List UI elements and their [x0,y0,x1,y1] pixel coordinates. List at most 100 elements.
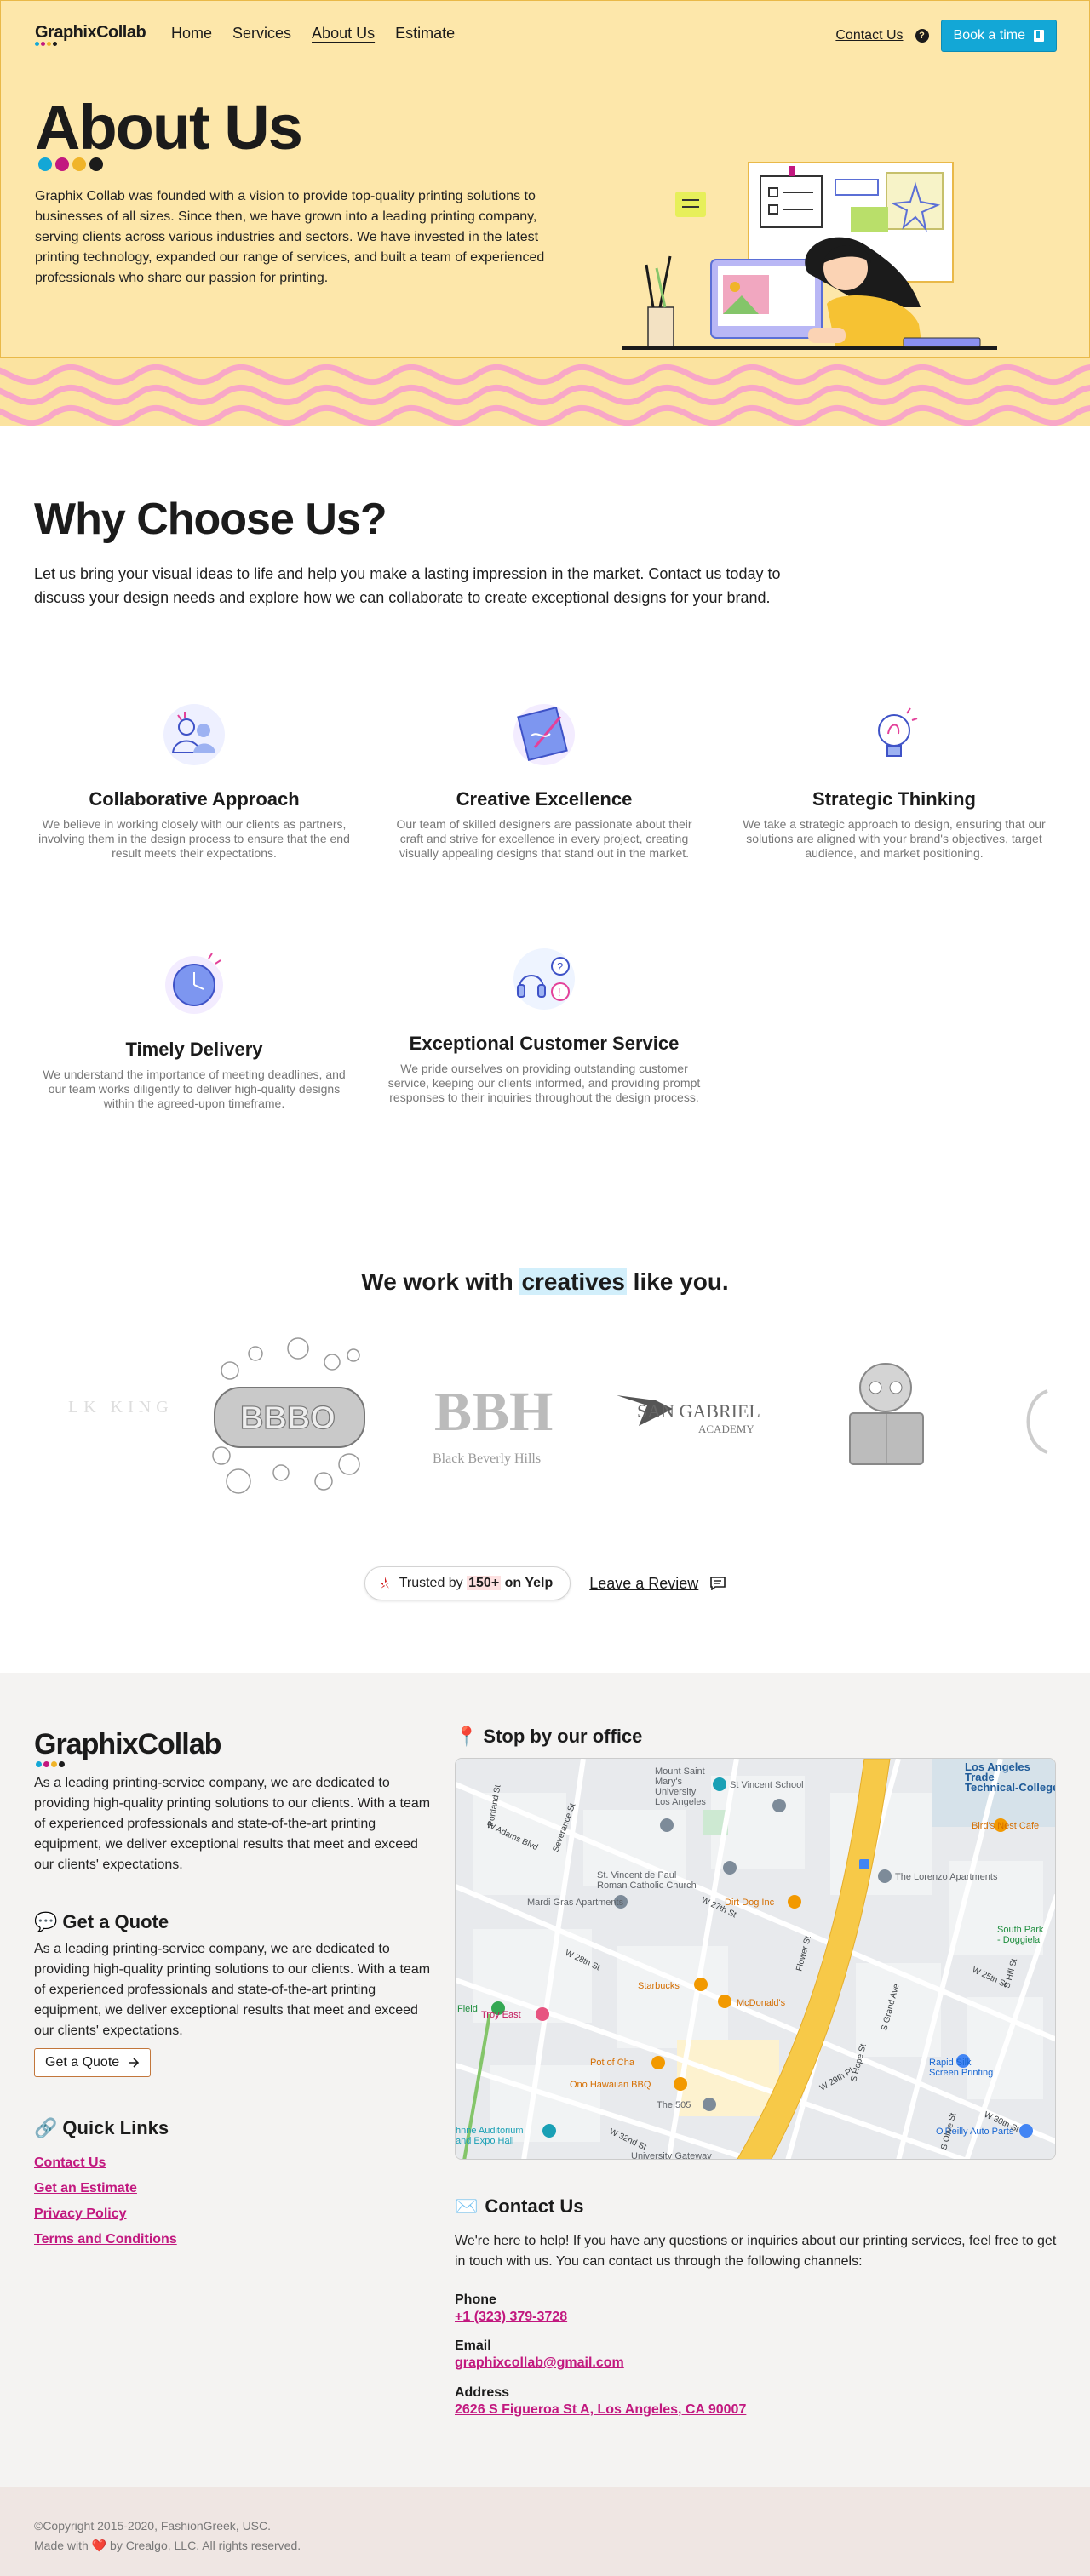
contact-us-heading: ✉️ Contact Us [455,2195,584,2217]
map-label-ono: Ono Hawaiian BBQ [570,2080,651,2090]
quick-links: Contact Us Get an Estimate Privacy Polic… [34,2155,177,2258]
client-logo-lk-king: LK KING [68,1398,174,1417]
site-logo[interactable]: GraphixCollab [35,23,146,43]
client-logo-bbh: BBH Black Beverly Hills [433,1381,553,1466]
map-label-the-505: The 505 [657,2100,691,2110]
people-icon [164,704,225,765]
map-label-st-vincent-school: St Vincent School [730,1780,804,1790]
client-logo-san-gabriel: SAN GABRIEL ACADEMY [617,1395,760,1435]
chat-icon [710,1577,726,1590]
quick-link-estimate[interactable]: Get an Estimate [34,2181,177,2196]
footer-about: As a leading printing-service company, w… [34,1776,431,1872]
client-logo-academy-text: ACADEMY [698,1423,754,1435]
phone-link[interactable]: +1 (323) 379-3728 [455,2310,567,2325]
footer-logo-dots [36,1761,65,1767]
yelp-text: Trusted by 150+ on Yelp [399,1576,554,1590]
map-label-field: Field [457,2004,478,2014]
quick-link-terms[interactable]: Terms and Conditions [34,2232,177,2247]
map-heading: 📍 Stop by our office [455,1726,643,1747]
map-label-south-park: South Park - Doggiela [997,1925,1044,1945]
nav-links: Home Services About Us Estimate [171,25,455,43]
map-label-mardi-gras: Mardi Gras Apartments [527,1898,624,1908]
paper-pen-icon [513,704,575,765]
map-label-birds-nest: Bird's Nest Cafe [972,1821,1039,1831]
quick-link-contact-us[interactable]: Contact Us [34,2155,177,2171]
why-choose-us-text: Let us bring your visual ideas to life a… [34,565,781,606]
made-with-line: Made with ❤️ by Crealgo, LLC. All rights… [34,2539,301,2552]
feature-text: Our team of skilled designers are passio… [396,817,692,860]
speech-icon: 💬 [34,1911,58,1932]
get-a-quote-button[interactable]: Get a Quote [34,2048,152,2077]
quick-link-privacy[interactable]: Privacy Policy [34,2207,177,2222]
book-a-time-button[interactable]: Book a time [940,20,1057,52]
map-label-dirt-dog: Dirt Dog Inc [725,1898,775,1908]
nav-home[interactable]: Home [171,25,212,43]
client-logo-bubbles-text: BBBO [240,1400,336,1436]
svg-text:!: ! [558,986,561,999]
wave-pattern [0,358,1090,426]
quote-text: As a leading printing-service company, w… [34,1942,431,2038]
arrow-right-icon [129,2058,140,2068]
pin-icon: 📍 [455,1726,479,1747]
email-label: Email [455,2338,491,2353]
creatives-heading: We work with creatives like you. [361,1268,729,1295]
feature-timely: Timely Delivery We understand the import… [28,947,360,1111]
client-logos: LK KING BBBO BBH Black Beverly Hills SAN… [34,1328,1056,1498]
copyright-line: ©Copyright 2015-2020, FashionGreek, USC. [34,2519,272,2533]
clock-icon [165,953,223,1014]
feature-title: Collaborative Approach [89,788,300,810]
client-logo-san-gabriel-text: SAN GABRIEL [637,1400,760,1422]
bottom-bar: ©Copyright 2015-2020, FashionGreek, USC.… [0,2487,1090,2576]
why-choose-us-heading: Why Choose Us? [34,495,387,544]
contact-text: We're here to help! If you have any ques… [455,2234,1057,2269]
quick-links-heading: 🔗 Quick Links [34,2117,169,2138]
link-icon: 🔗 [34,2117,58,2138]
feature-creative: Creative Excellence Our team of skilled … [378,696,710,861]
book-label: Book a time [953,28,1025,43]
nav-about-us[interactable]: About Us [312,25,375,43]
feature-text: We believe in working closely with our c… [38,817,350,860]
heart-icon: ❤️ [91,2539,107,2552]
map-label-pot-of-cha: Pot of Cha [590,2058,635,2068]
feature-text: We pride ourselves on providing outstand… [387,1062,701,1104]
top-nav: GraphixCollab Home Services About Us Est… [35,20,1057,52]
lightbulb-icon [878,707,918,757]
map-label-auditorium: hnne Auditorium and Expo Hall [456,2126,524,2146]
feature-strategic: Strategic Thinking We take a strategic a… [728,696,1060,861]
svg-text:?: ? [557,960,563,973]
address-label: Address [455,2385,510,2400]
office-map[interactable]: Los Angeles Trade Technical-College Mount … [455,1758,1056,2160]
client-logo-owl [849,1363,924,1465]
map-label-lorenzo: The Lorenzo Apartments [895,1872,998,1882]
client-logo-bbh-caption: Black Beverly Hills [433,1451,541,1466]
wave-pattern-graphic [0,364,1090,426]
hero-illustration [622,162,997,350]
footer-logo[interactable]: GraphixCollab [34,1728,221,1761]
help-icon[interactable]: ? [915,29,929,43]
yelp-badge[interactable]: Trusted by 150+ on Yelp [364,1566,571,1600]
nav-estimate[interactable]: Estimate [395,25,455,43]
feature-customer-service: ? ! Exceptional Customer Service We prid… [378,941,710,1105]
nav-services[interactable]: Services [232,25,291,43]
leave-review-link[interactable]: Leave a Review [589,1575,726,1593]
logo-dots [35,42,57,46]
nav-right: Contact Us ? Book a time [835,20,1057,52]
map-label-troy-east: Troy East [481,2010,521,2020]
map-label-starbucks: Starbucks [638,1981,680,1991]
get-a-quote-label: Get a Quote [45,2055,120,2069]
map-graphic[interactable]: Los Angeles Trade Technical-College Mount … [456,1759,1056,2160]
nav-contact-us[interactable]: Contact Us [835,28,903,43]
address-link[interactable]: 2626 S Figueroa St A, Los Angeles, CA 90… [455,2402,746,2418]
client-logo-bbh-mark: BBH [434,1381,553,1443]
feature-title: Strategic Thinking [812,788,976,810]
page-title: About Us [35,92,303,163]
leave-review-label: Leave a Review [589,1574,699,1592]
feature-title: Exceptional Customer Service [409,1033,680,1054]
email-link[interactable]: graphixcollab@gmail.com [455,2356,624,2371]
copyright: ©Copyright 2015-2020, FashionGreek, USC.… [34,2516,301,2556]
yelp-icon [378,1577,391,1589]
book-icon [1034,30,1044,42]
feature-text: We understand the importance of meeting … [43,1068,346,1110]
hero-description: Graphix Collab was founded with a vision… [35,189,545,285]
client-logo-bubbles: BBBO [212,1337,365,1494]
